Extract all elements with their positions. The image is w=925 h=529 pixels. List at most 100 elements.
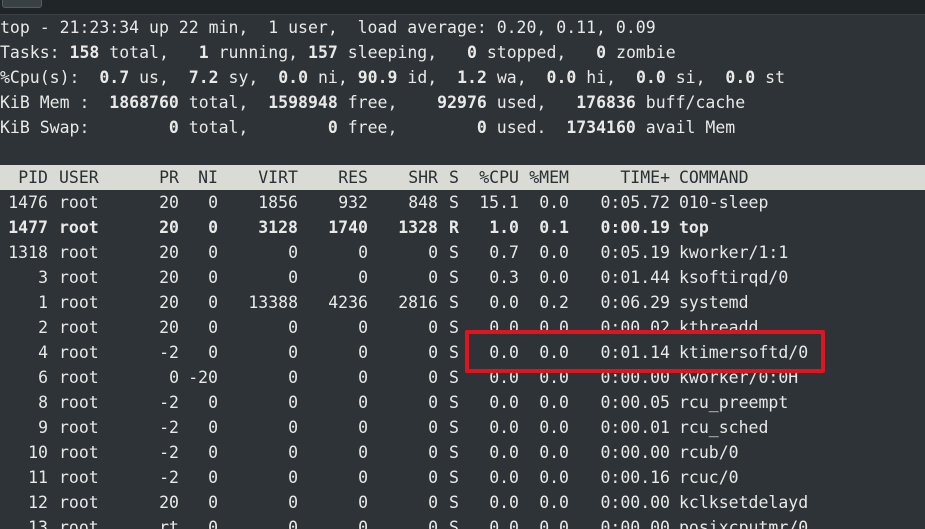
- cell-command: 010-sleep: [679, 193, 769, 212]
- cell-ni: 0: [208, 493, 218, 512]
- cell-user: root: [59, 293, 99, 312]
- process-row[interactable]: 1 root 20 0 13388 4236 2816 S 0.0 0.2 0:06.29 syste…: [0, 290, 925, 315]
- process-row[interactable]: 9 root -2 0 0 0 0 S 0.0 0.0 0:00.01 rcu_sched: [0, 415, 925, 440]
- cell-res: 0: [358, 418, 368, 437]
- process-row[interactable]: 12 root 20 0 0 0 0 S 0.0 0.0 0:00.00 kclksetdelayd: [0, 490, 925, 515]
- cell-virt: 0: [288, 368, 298, 387]
- cell-pr: 20: [159, 218, 179, 237]
- cpu-si: 0.0: [635, 68, 666, 87]
- cell-state: S: [449, 343, 459, 362]
- process-row[interactable]: 13 root rt 0 0 0 0 S 0.0 0.0 0:00.00 posixcputmr/0: [0, 515, 925, 529]
- cell-user: root: [59, 268, 99, 287]
- summary-uptime-line: top - 21:23:34 up 22 min, 1 user, load a…: [0, 18, 656, 37]
- tasks-total-label: total,: [109, 43, 169, 62]
- cell-user: root: [59, 218, 99, 237]
- cpu-us-label: us,: [139, 68, 169, 87]
- cell-ni: 0: [208, 268, 218, 287]
- cpu-id-label: id,: [407, 68, 438, 87]
- cell-ni: 0: [208, 243, 218, 262]
- cpu-sy: 7.2: [188, 68, 219, 87]
- cell-ni: 0: [208, 193, 218, 212]
- cpu-st: 0.0: [725, 68, 756, 87]
- col-header-ni[interactable]: NI: [188, 165, 218, 190]
- cell-virt: 0: [288, 418, 298, 437]
- process-row[interactable]: 1477 root 20 0 3128 1740 1328 R 1.0 0.1 0:00.19 top: [0, 215, 925, 240]
- cell-res: 0: [358, 443, 368, 462]
- cell-pid: 11: [28, 468, 48, 487]
- mem-buff: 176836: [576, 93, 636, 112]
- process-row[interactable]: 1476 root 20 0 1856 932 848 S 15.1 0.0 0:05.72 010-…: [0, 190, 925, 215]
- cell-cpu: 0.0: [489, 518, 519, 529]
- cell-pid: 2: [38, 318, 48, 337]
- cell-mem: 0.0: [539, 193, 569, 212]
- cell-cpu: 15.1: [479, 193, 519, 212]
- cell-mem: 0.0: [539, 418, 569, 437]
- cell-virt: 0: [288, 318, 298, 337]
- cell-virt: 0: [288, 343, 298, 362]
- col-header-shr[interactable]: SHR: [378, 165, 438, 190]
- tasks-label: Tasks:: [0, 43, 60, 62]
- process-table-header: PID USER PR NI VIRT RES SHR S %CPU %MEM …: [0, 165, 925, 190]
- summary-tasks-line: Tasks: 158 total, 1 running, 157 sleepin…: [0, 40, 676, 65]
- mem-label: KiB Mem :: [0, 93, 90, 112]
- cell-virt: 0: [288, 493, 298, 512]
- tasks-total: 158: [69, 43, 100, 62]
- cell-command: rcub/0: [679, 443, 739, 462]
- cell-pid: 12: [28, 493, 48, 512]
- cell-shr: 0: [428, 318, 438, 337]
- cell-mem: 0.0: [539, 268, 569, 287]
- cell-pid: 3: [38, 268, 48, 287]
- cell-shr: 0: [428, 518, 438, 529]
- cell-virt: 0: [288, 443, 298, 462]
- cell-res: 0: [358, 518, 368, 529]
- cell-state: S: [449, 518, 459, 529]
- mem-total-label: total,: [188, 93, 249, 112]
- process-row[interactable]: 11 root -2 0 0 0 0 S 0.0 0.0 0:00.16 rcuc/0: [0, 465, 925, 490]
- tasks-running-label: running,: [218, 43, 299, 62]
- cell-shr: 0: [428, 243, 438, 262]
- cell-time: 0:00.19: [600, 218, 670, 237]
- cell-user: root: [59, 368, 99, 387]
- cell-shr: 0: [428, 418, 438, 437]
- col-header-user[interactable]: USER: [59, 165, 119, 190]
- col-header-state[interactable]: S: [449, 165, 463, 190]
- cell-state: R: [449, 218, 459, 237]
- cpu-us: 0.7: [99, 68, 130, 87]
- col-header-virt[interactable]: VIRT: [238, 165, 298, 190]
- cell-state: S: [449, 193, 459, 212]
- swap-free: 0: [327, 118, 338, 137]
- cell-res: 932: [338, 193, 368, 212]
- col-header-cpu[interactable]: %CPU: [468, 165, 519, 190]
- cell-user: root: [59, 518, 99, 529]
- col-header-mem[interactable]: %MEM: [527, 165, 569, 190]
- cell-pid: 10: [28, 443, 48, 462]
- mem-free: 1598948: [268, 93, 338, 112]
- cell-res: 0: [358, 318, 368, 337]
- cell-user: root: [59, 468, 99, 487]
- process-row[interactable]: 3 root 20 0 0 0 0 S 0.3 0.0 0:01.44 ksoftirqd/0: [0, 265, 925, 290]
- cell-state: S: [449, 418, 459, 437]
- cell-res: 1740: [328, 218, 368, 237]
- col-header-time[interactable]: TIME+: [580, 165, 670, 190]
- cpu-hi-label: hi,: [586, 68, 617, 87]
- cell-shr: 0: [428, 468, 438, 487]
- process-row[interactable]: 1318 root 20 0 0 0 0 S 0.7 0.0 0:05.19 kworker/1:1: [0, 240, 925, 265]
- process-row[interactable]: 10 root -2 0 0 0 0 S 0.0 0.0 0:00.00 rcub/0: [0, 440, 925, 465]
- cell-time: 0:00.01: [600, 418, 670, 437]
- terminal-tab[interactable]: [2, 0, 42, 8]
- col-header-pid[interactable]: PID: [0, 165, 48, 190]
- cell-pid: 13: [28, 518, 48, 529]
- cell-state: S: [449, 318, 459, 337]
- cpu-id: 90.9: [357, 68, 398, 87]
- cell-res: 0: [358, 493, 368, 512]
- cell-pid: 1477: [8, 218, 48, 237]
- process-row[interactable]: 8 root -2 0 0 0 0 S 0.0 0.0 0:00.05 rcu_preempt: [0, 390, 925, 415]
- col-header-pr[interactable]: PR: [140, 165, 179, 190]
- cell-ni: -20: [188, 368, 218, 387]
- cell-mem: 0.0: [539, 393, 569, 412]
- swap-total-label: total,: [188, 118, 249, 137]
- cell-pid: 6: [38, 368, 48, 387]
- swap-label: KiB Swap:: [0, 118, 90, 137]
- col-header-res[interactable]: RES: [308, 165, 368, 190]
- col-header-command[interactable]: COMMAND: [679, 165, 919, 190]
